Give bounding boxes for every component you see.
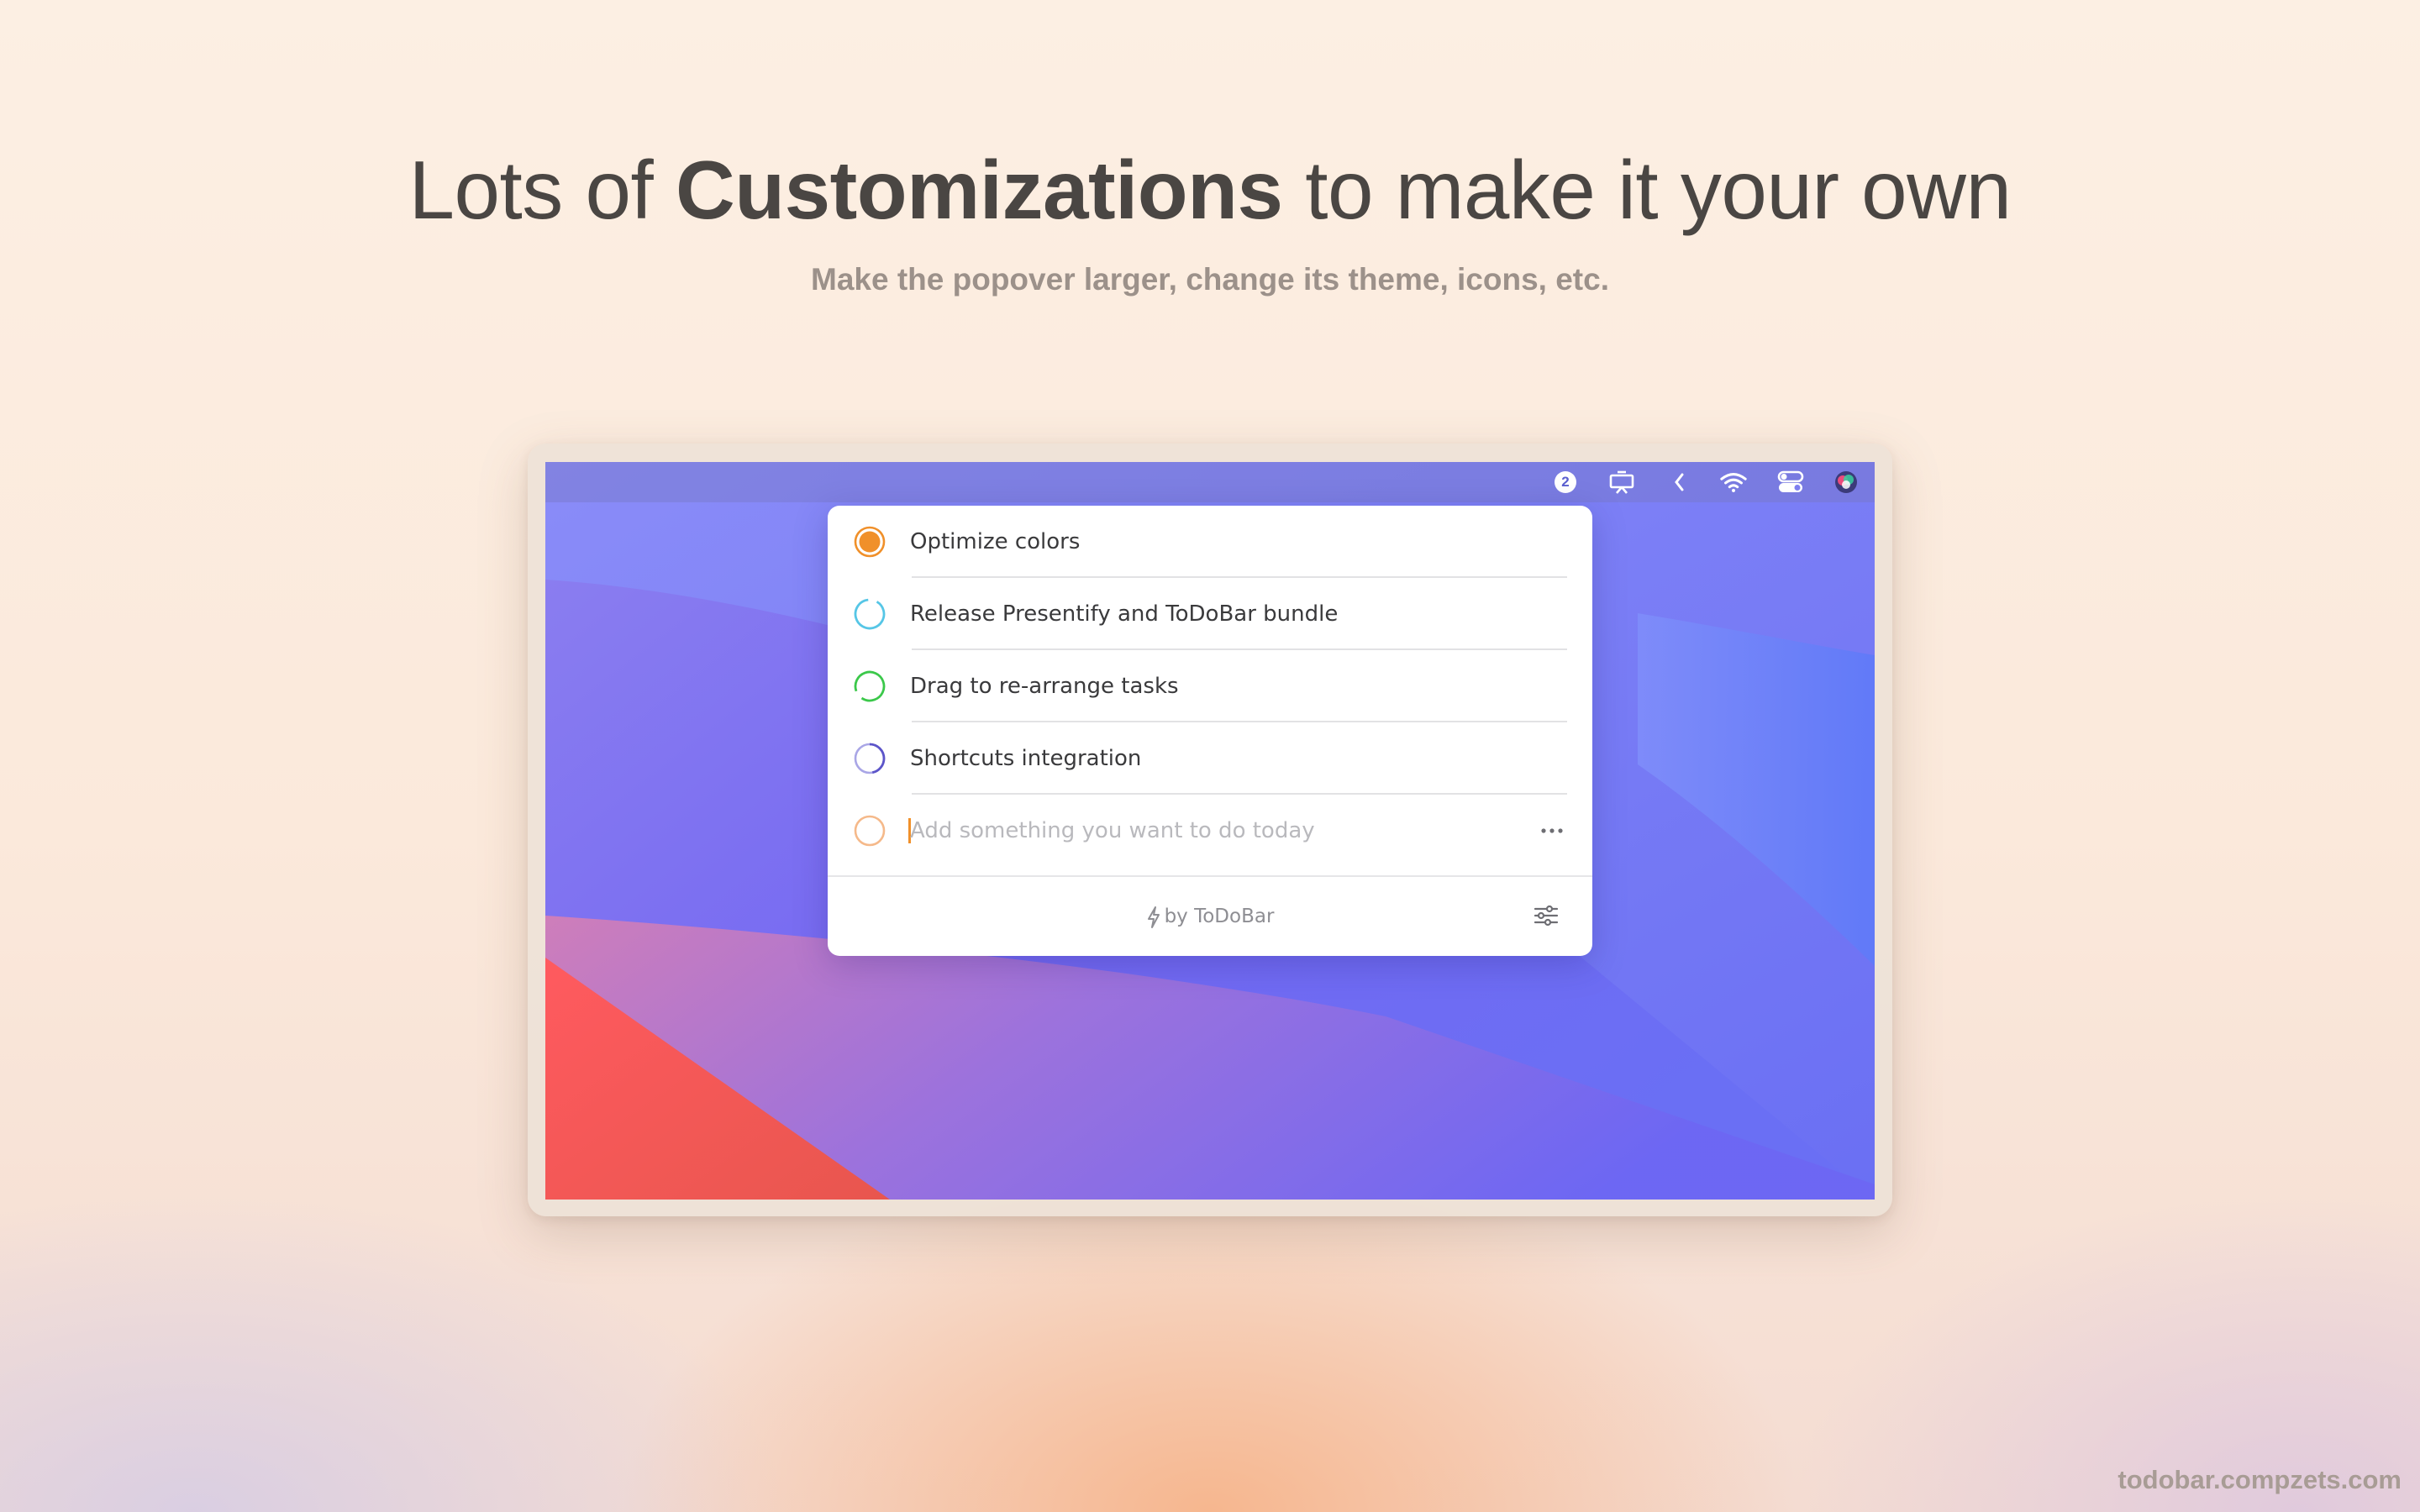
task-row[interactable]: Release Presentify and ToDoBar bundle: [828, 578, 1592, 650]
new-task-input[interactable]: Add something you want to do today: [910, 795, 1315, 867]
headline-pre: Lots of: [408, 144, 676, 236]
chevron-left-icon[interactable]: [1665, 469, 1694, 496]
task-label[interactable]: Release Presentify and ToDoBar bundle: [910, 578, 1338, 650]
badge-count: 2: [1561, 474, 1570, 490]
task-complete-toggle-icon[interactable]: [854, 670, 886, 702]
sliders-settings-icon[interactable]: [1532, 902, 1560, 929]
byline-text: by ToDoBar: [1164, 906, 1275, 927]
headline-bold: Customizations: [675, 144, 1283, 236]
headline-post: to make it your own: [1282, 144, 2012, 236]
bolt-icon: [1147, 906, 1160, 928]
new-task-ring-icon: [854, 815, 886, 847]
task-label[interactable]: Optimize colors: [910, 506, 1080, 578]
menu-bar: 2: [545, 462, 1875, 502]
notification-badge-icon[interactable]: 2: [1551, 469, 1580, 496]
presentation-icon[interactable]: [1607, 469, 1636, 496]
task-label[interactable]: Shortcuts integration: [910, 722, 1141, 795]
task-complete-toggle-icon[interactable]: [854, 743, 886, 774]
todobar-popover: Optimize colors Release Presentify and T…: [828, 506, 1592, 956]
wifi-icon[interactable]: [1719, 469, 1748, 496]
new-task-row[interactable]: Add something you want to do today: [828, 795, 1592, 867]
task-label[interactable]: Drag to re-arrange tasks: [910, 650, 1179, 722]
task-row[interactable]: Optimize colors: [828, 506, 1592, 578]
task-row[interactable]: Drag to re-arrange tasks: [828, 650, 1592, 722]
siri-icon[interactable]: [1832, 469, 1860, 496]
page-subheadline: Make the popover larger, change its them…: [811, 262, 1609, 297]
task-complete-toggle-icon[interactable]: [854, 598, 886, 630]
task-complete-toggle-icon[interactable]: [854, 526, 886, 558]
more-options-icon[interactable]: [1537, 816, 1567, 845]
control-center-icon[interactable]: [1776, 469, 1805, 496]
page-headline: Lots of Customizations to make it your o…: [0, 141, 2420, 240]
task-row[interactable]: Shortcuts integration: [828, 722, 1592, 795]
byline[interactable]: by ToDoBar: [828, 877, 1592, 956]
website-url[interactable]: todobar.compzets.com: [2118, 1465, 2402, 1495]
